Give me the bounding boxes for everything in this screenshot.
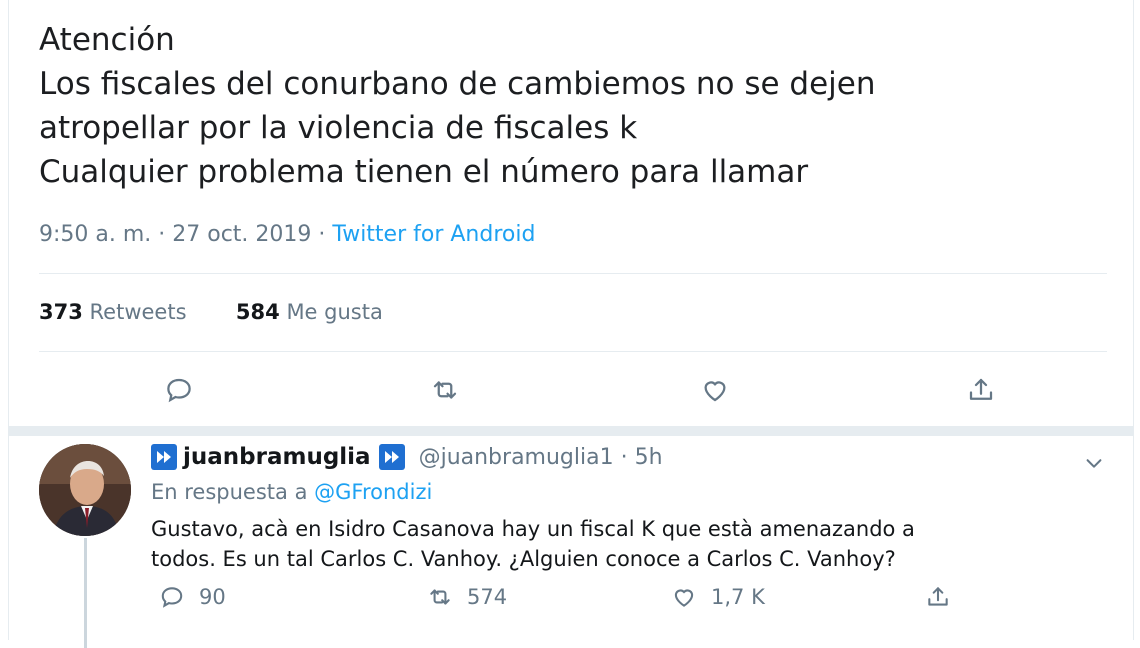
divider [39, 351, 1107, 352]
tweet-detail: Atención Los fiscales del conurbano de c… [8, 0, 1134, 648]
reply-line: todos. Es un tal Carlos C. Vanhoy. ¿Algu… [151, 547, 896, 571]
tweet-line: Los fiscales del conurbano de cambiemos … [39, 66, 876, 102]
reply-retweet-button[interactable]: 574 [427, 584, 507, 610]
thread-line [84, 538, 87, 648]
reply-icon [161, 587, 183, 608]
tweet-text: Atención Los fiscales del conurbano de c… [39, 18, 1099, 194]
replying-to: En respuesta a @GFrondizi [151, 480, 432, 504]
retweets-label: Retweets [89, 300, 187, 324]
retweets-stat[interactable]: 373 Retweets [39, 300, 187, 324]
share-icon[interactable] [961, 370, 1001, 410]
tweet-meta: 9:50 a. m. · 27 oct. 2019 · Twitter for … [39, 222, 535, 247]
replying-to-mention[interactable]: @GFrondizi [314, 480, 432, 504]
reply-retweets-count: 574 [467, 585, 508, 609]
reply-text: Gustavo, acà en Isidro Casanova hay un f… [151, 514, 1091, 574]
reply-replies-count: 90 [199, 585, 226, 609]
retweets-count: 373 [39, 300, 83, 324]
retweet-icon [430, 589, 450, 605]
tweet-line: Atención [39, 22, 175, 58]
reply-author-name[interactable]: juanbramuglia [183, 444, 371, 470]
divider [39, 273, 1107, 274]
tweet-timestamp[interactable]: 9:50 a. m. · 27 oct. 2019 · [39, 222, 325, 247]
reply-author-handle[interactable]: @juanbramuglia1 · 5h [419, 445, 663, 470]
like-icon[interactable] [695, 370, 735, 410]
tweet-source-link[interactable]: Twitter for Android [332, 222, 535, 247]
likes-count: 584 [235, 300, 280, 324]
replying-prefix: En respuesta a [151, 480, 308, 504]
fast-forward-icon [378, 444, 405, 470]
section-separator [9, 426, 1133, 436]
reply-actions: 90 574 1,7 K [151, 584, 1051, 618]
like-icon [674, 589, 694, 607]
tweet-line: atropellar por la violencia de fiscales … [39, 110, 638, 146]
tweet-line: Cualquier problema tienen el número para… [39, 154, 809, 190]
reply-likes-count: 1,7 K [711, 585, 765, 609]
reply-reply-button[interactable]: 90 [159, 584, 226, 610]
fast-forward-icon [151, 444, 177, 470]
tweet-stats: 373 Retweets 584 Me gusta [39, 300, 383, 324]
reply-like-button[interactable]: 1,7 K [671, 584, 765, 610]
reply-share-button[interactable] [925, 584, 965, 610]
chevron-down-icon[interactable] [1083, 452, 1105, 474]
reply-tweet[interactable]: juanbramuglia @juanbramuglia1 · 5h En re… [9, 436, 1133, 648]
reply-line: Gustavo, acà en Isidro Casanova hay un f… [151, 517, 915, 541]
likes-stat[interactable]: 584 Me gusta [236, 300, 383, 324]
reply-header: juanbramuglia @juanbramuglia1 · 5h [151, 444, 663, 470]
tweet-actions [9, 370, 1133, 410]
avatar[interactable] [39, 444, 131, 536]
reply-icon[interactable] [159, 370, 199, 410]
retweet-icon[interactable] [425, 370, 465, 410]
share-icon [928, 587, 948, 606]
likes-label: Me gusta [286, 300, 383, 324]
